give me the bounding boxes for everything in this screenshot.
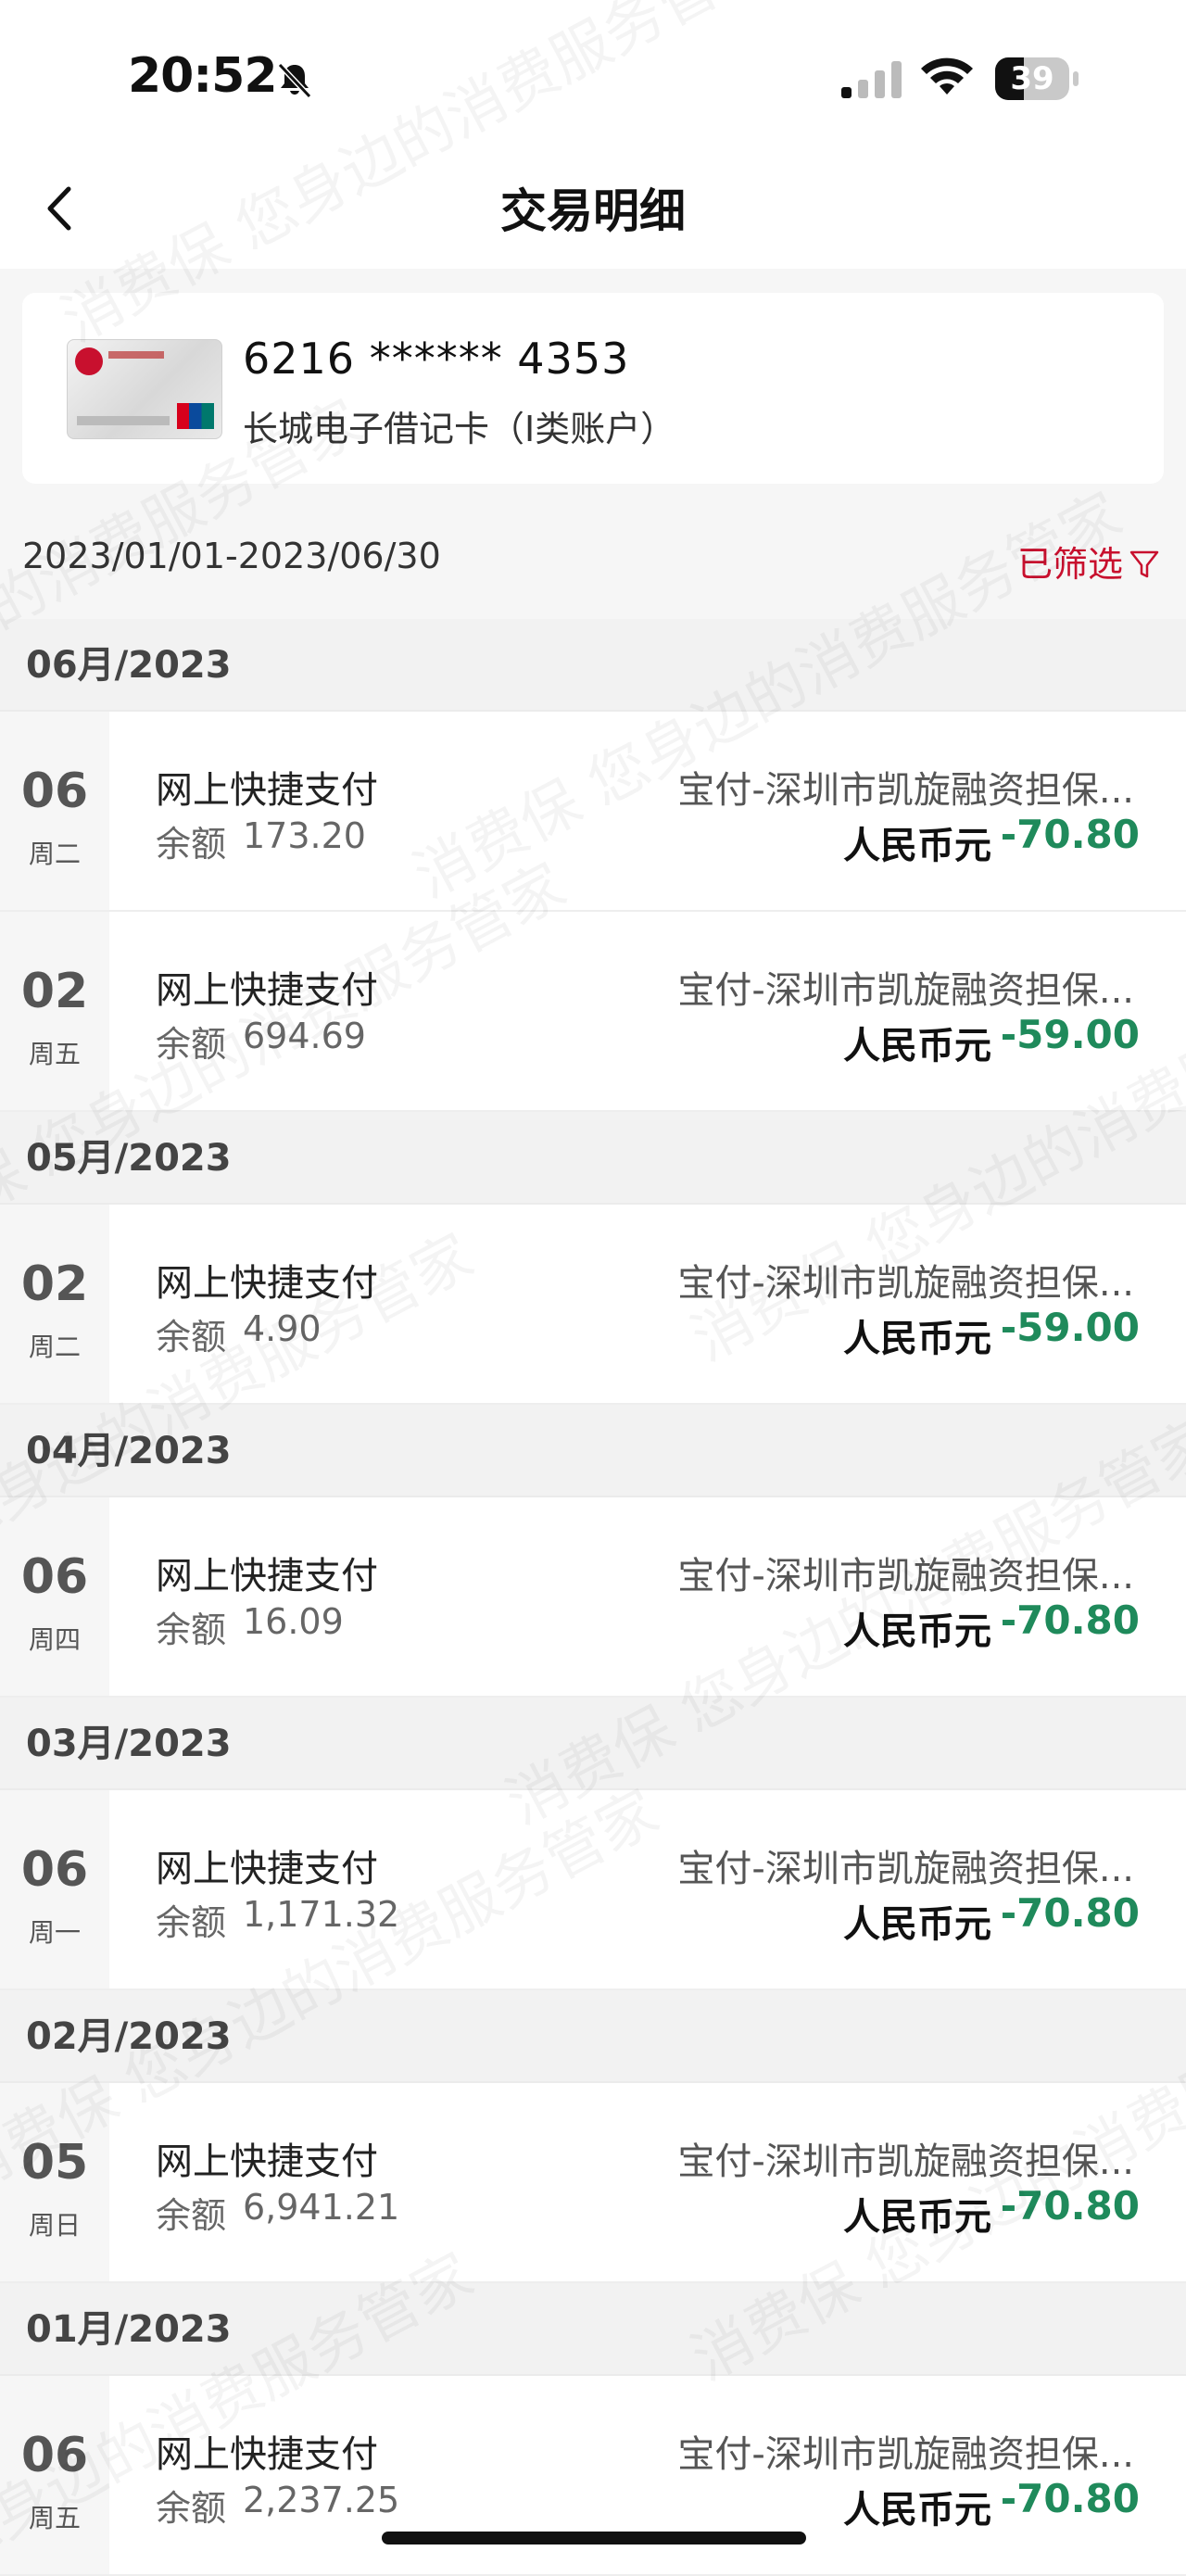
txn-amount: -59.00 — [1000, 1305, 1140, 1350]
txn-day: 02 — [20, 1256, 89, 1312]
card-name: 长城电子借记卡（I类账户） — [243, 409, 676, 449]
status-bar: 20:52 39 — [0, 0, 1186, 148]
txn-type: 网上快捷支付 — [156, 769, 378, 812]
merchant-name: 宝付-深圳市凯旋融资担保... — [677, 769, 1134, 812]
txn-amount: -70.80 — [1000, 2476, 1140, 2521]
balance-value: 173.20 — [243, 815, 366, 856]
txn-type: 网上快捷支付 — [156, 1555, 378, 1597]
balance-label: 余额 — [156, 1610, 227, 1650]
balance-value: 4.90 — [243, 1308, 322, 1349]
txn-day: 06 — [20, 764, 89, 819]
merchant-name: 宝付-深圳市凯旋融资担保... — [677, 969, 1134, 1012]
txn-amount: -70.80 — [1000, 1890, 1140, 1936]
date-column: 02 周二 — [0, 1205, 109, 1403]
filter-button[interactable]: 已筛选 — [1017, 536, 1160, 587]
account-card[interactable]: 6216 ****** 4353 长城电子借记卡（I类账户） — [22, 293, 1164, 484]
balance-value: 694.69 — [243, 1016, 366, 1056]
currency-label: 人民币元 — [843, 1025, 991, 1067]
month-header: 02月/2023 — [0, 1990, 1186, 2083]
month-header: 01月/2023 — [0, 2283, 1186, 2376]
date-column: 06 周二 — [0, 712, 109, 910]
battery-level: 39 — [1010, 60, 1054, 97]
currency-label: 人民币元 — [843, 1318, 991, 1360]
month-header: 04月/2023 — [0, 1405, 1186, 1497]
merchant-name: 宝付-深圳市凯旋融资担保... — [677, 2433, 1134, 2476]
date-column: 06 周一 — [0, 1790, 109, 1989]
balance-value: 6,941.21 — [243, 2187, 400, 2228]
transaction-row[interactable]: 05 周日 网上快捷支付 余额 6,941.21 宝付-深圳市凯旋融资担保...… — [0, 2083, 1186, 2283]
txn-day: 06 — [20, 1549, 89, 1605]
transaction-row[interactable]: 06 周四 网上快捷支付 余额 16.09 宝付-深圳市凯旋融资担保... 人民… — [0, 1497, 1186, 1698]
page-title: 交易明细 — [500, 184, 686, 238]
txn-amount: -70.80 — [1000, 2183, 1140, 2229]
home-indicator[interactable] — [382, 2532, 806, 2544]
txn-day: 02 — [20, 964, 89, 1019]
filter-icon — [1129, 550, 1159, 578]
signal-icon — [841, 61, 902, 98]
wifi-icon — [921, 57, 973, 95]
txn-weekday: 周五 — [28, 2503, 81, 2533]
date-range[interactable]: 2023/01/01-2023/06/30 — [22, 536, 441, 576]
card-number: 6216 ****** 4353 — [243, 334, 630, 384]
month-header: 05月/2023 — [0, 1112, 1186, 1205]
txn-day: 06 — [20, 2428, 89, 2483]
transaction-row[interactable]: 02 周五 网上快捷支付 余额 694.69 宝付-深圳市凯旋融资担保... 人… — [0, 912, 1186, 1112]
txn-type: 网上快捷支付 — [156, 1262, 378, 1305]
txn-type: 网上快捷支付 — [156, 1848, 378, 1890]
balance-value: 2,237.25 — [243, 2480, 400, 2520]
currency-label: 人民币元 — [843, 2489, 991, 2532]
balance-label: 余额 — [156, 824, 227, 865]
date-column: 05 周日 — [0, 2083, 109, 2281]
bank-card-image — [67, 339, 222, 439]
balance-label: 余额 — [156, 2488, 227, 2529]
currency-label: 人民币元 — [843, 825, 991, 867]
filter-bar: 2023/01/01-2023/06/30 已筛选 — [0, 515, 1186, 604]
date-column: 06 周四 — [0, 1497, 109, 1696]
bell-muted-icon — [277, 62, 312, 99]
currency-label: 人民币元 — [843, 1610, 991, 1653]
battery-icon: 39 — [995, 57, 1080, 102]
nav-bar: 交易明细 — [0, 148, 1186, 269]
balance-value: 1,171.32 — [243, 1894, 400, 1935]
transaction-row[interactable]: 06 周一 网上快捷支付 余额 1,171.32 宝付-深圳市凯旋融资担保...… — [0, 1790, 1186, 1990]
merchant-name: 宝付-深圳市凯旋融资担保... — [677, 1262, 1134, 1305]
txn-weekday: 周日 — [28, 2210, 81, 2241]
txn-day: 05 — [20, 2135, 89, 2191]
transaction-row[interactable]: 02 周二 网上快捷支付 余额 4.90 宝付-深圳市凯旋融资担保... 人民币… — [0, 1205, 1186, 1405]
balance-value: 16.09 — [243, 1601, 344, 1642]
txn-weekday: 周一 — [28, 1917, 81, 1948]
month-header: 06月/2023 — [0, 619, 1186, 712]
txn-weekday: 周二 — [28, 839, 81, 869]
transaction-row[interactable]: 06 周二 网上快捷支付 余额 173.20 宝付-深圳市凯旋融资担保... 人… — [0, 712, 1186, 912]
balance-label: 余额 — [156, 1317, 227, 1357]
txn-weekday: 周四 — [28, 1624, 81, 1655]
merchant-name: 宝付-深圳市凯旋融资担保... — [677, 1555, 1134, 1597]
balance-label: 余额 — [156, 1902, 227, 1943]
txn-type: 网上快捷支付 — [156, 969, 378, 1012]
txn-weekday: 周二 — [28, 1332, 81, 1362]
merchant-name: 宝付-深圳市凯旋融资担保... — [677, 2140, 1134, 2183]
txn-amount: -59.00 — [1000, 1012, 1140, 1057]
currency-label: 人民币元 — [843, 2196, 991, 2239]
balance-label: 余额 — [156, 2195, 227, 2236]
status-time: 20:52 — [128, 48, 278, 104]
txn-type: 网上快捷支付 — [156, 2140, 378, 2183]
txn-amount: -70.80 — [1000, 812, 1140, 857]
txn-type: 网上快捷支付 — [156, 2433, 378, 2476]
transaction-list: 06月/2023 06 周二 网上快捷支付 余额 173.20 宝付-深圳市凯旋… — [0, 619, 1186, 2576]
transaction-row[interactable]: 06 周五 网上快捷支付 余额 2,237.25 宝付-深圳市凯旋融资担保...… — [0, 2376, 1186, 2576]
month-header: 03月/2023 — [0, 1698, 1186, 1790]
balance-label: 余额 — [156, 1024, 227, 1065]
txn-amount: -70.80 — [1000, 1597, 1140, 1643]
currency-label: 人民币元 — [843, 1903, 991, 1946]
filter-label: 已筛选 — [1016, 544, 1123, 585]
date-column: 02 周五 — [0, 912, 109, 1110]
date-column: 06 周五 — [0, 2376, 109, 2574]
merchant-name: 宝付-深圳市凯旋融资担保... — [677, 1848, 1134, 1890]
txn-weekday: 周五 — [28, 1039, 81, 1069]
txn-day: 06 — [20, 1842, 89, 1898]
